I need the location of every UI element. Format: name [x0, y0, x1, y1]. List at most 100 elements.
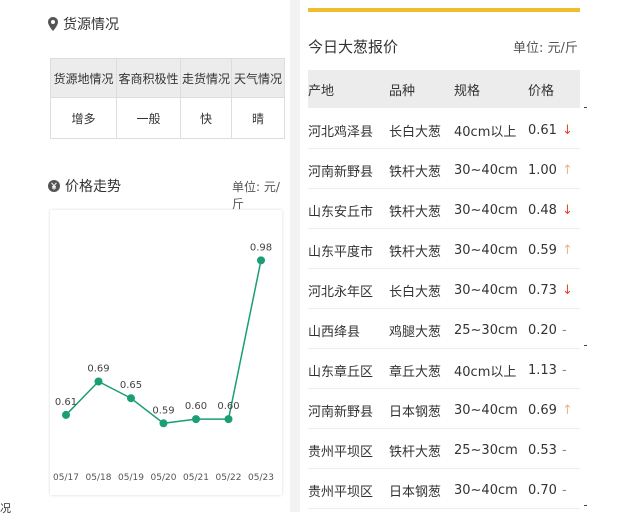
row-origin: 山东平度市 [308, 244, 374, 260]
left-panel: 货源情况 货源地情况 客商积极性 走货情况 天气情况 增多 一般 快 晴 价格走… [0, 0, 290, 515]
row-spec: 30~40cm [454, 242, 518, 258]
row-price: 0.70 [528, 482, 557, 498]
supply-value-row: 增多 一般 快 晴 [50, 97, 285, 139]
row-origin: 河南新野县 [308, 404, 374, 420]
price-point [127, 394, 135, 403]
row-price-cell: 0.20- [528, 312, 567, 348]
row-spec: 30~40cm [454, 202, 518, 218]
row-price-cell: 0.48 ↓ [528, 192, 573, 228]
supply-header-cell: 货源地情况 [50, 58, 117, 98]
row-spec: 25~30cm [454, 442, 518, 458]
row-spec: 40cm以上 [454, 124, 517, 140]
row-spec: 30~40cm [454, 482, 518, 498]
price-point [192, 415, 200, 424]
data-label: 0.61 [55, 397, 77, 408]
trend-arrow-icon: ↓ [561, 282, 573, 298]
trend-arrow-icon: ↑ [561, 402, 573, 418]
price-table-title: 今日大葱报价 [308, 38, 399, 56]
row-origin: 贵州平坝区 [308, 444, 374, 460]
trend-arrow-icon: - [561, 362, 567, 378]
price-point [94, 377, 103, 386]
supply-header-row: 货源地情况 客商积极性 走货情况 天气情况 [50, 58, 285, 98]
x-tick-label: 05/23 [248, 473, 274, 483]
trend-arrow-icon: ↓ [561, 202, 573, 218]
row-price: 0.20 [528, 322, 557, 338]
scroll-marker [584, 345, 587, 346]
row-variety: 长白大葱 [389, 124, 442, 140]
supply-header-cell: 走货情况 [180, 58, 232, 98]
row-origin: 河北永年区 [308, 284, 374, 300]
row-price-cell: 0.73 ↓ [528, 272, 573, 308]
x-tick-label: 05/18 [86, 473, 112, 483]
location-pin-icon [48, 17, 58, 31]
data-label: 0.60 [217, 401, 239, 412]
row-price-cell: 0.53- [528, 432, 567, 468]
price-trend-svg: 0.61 05/17 0.69 05/18 0.65 05/19 0.59 05/20 0.60… [53, 242, 274, 483]
price-point [62, 410, 70, 419]
table-row: 山东平度市 铁杆大葱 30~40cm 0.59 ↑ [308, 232, 580, 269]
panel-divider [290, 0, 300, 512]
trend-arrow-icon: - [561, 322, 567, 338]
row-price: 0.59 [528, 242, 557, 258]
right-panel: 今日大葱报价 单位: 元/斤 产地 品种 规格 价格 河北鸡泽县 长白大葱 40cm… [300, 0, 640, 512]
row-price-cell: 0.59 ↑ [528, 232, 573, 268]
supply-value-cell: 一般 [116, 97, 181, 139]
table-row: 河北永年区 长白大葱 30~40cm 0.73 ↓ [308, 272, 580, 309]
x-tick-label: 05/22 [216, 473, 242, 483]
trend-title-text: 价格走势 [65, 179, 121, 195]
scroll-marker [584, 505, 587, 506]
row-variety: 鸡腿大葱 [389, 324, 442, 340]
header-spec: 规格 [454, 83, 481, 99]
supply-header-cell: 客商积极性 [116, 58, 181, 98]
trend-arrow-icon: - [561, 442, 567, 458]
row-origin: 河北鸡泽县 [308, 124, 374, 140]
row-origin: 山东章丘区 [308, 364, 374, 380]
row-spec: 25~30cm [454, 322, 518, 338]
supply-table: 货源地情况 客商积极性 走货情况 天气情况 增多 一般 快 晴 [50, 58, 285, 139]
row-origin: 河南新野县 [308, 164, 374, 180]
table-row: 山西绛县 鸡腿大葱 25~30cm 0.20- [308, 312, 580, 349]
row-price: 0.69 [528, 402, 557, 418]
x-tick-label: 05/17 [53, 473, 79, 483]
row-spec: 40cm以上 [454, 364, 517, 380]
price-point [257, 256, 265, 265]
scroll-marker [584, 107, 587, 108]
table-row: 贵州平坝区 日本钢葱 30~40cm 0.70- [308, 472, 580, 509]
row-variety: 日本钢葱 [389, 484, 442, 500]
table-row: 河南新野县 铁杆大葱 30~40cm 1.00 ↑ [308, 152, 580, 189]
table-row: 贵州平坝区 铁杆大葱 25~30cm 0.53- [308, 432, 580, 469]
supply-value-cell: 增多 [50, 97, 117, 139]
table-row: 山东章丘区 章丘大葱 40cm以上 1.13- [308, 352, 580, 389]
row-variety: 日本钢葱 [389, 404, 442, 420]
row-origin: 贵州平坝区 [308, 484, 374, 500]
trend-unit-label: 单位: 元/斤 [232, 180, 280, 211]
table-row: 河南新野县 日本钢葱 30~40cm 0.69 ↑ [308, 392, 580, 429]
row-variety: 铁杆大葱 [389, 164, 442, 180]
row-price-cell: 1.13- [528, 352, 567, 388]
row-price: 1.00 [528, 162, 557, 178]
supply-value-cell: 晴 [231, 97, 285, 139]
row-price: 0.61 [528, 122, 557, 138]
row-spec: 30~40cm [454, 282, 518, 298]
row-price: 0.53 [528, 442, 557, 458]
supply-section-title: 货源情况 [48, 14, 119, 34]
supply-title-text: 货源情况 [63, 17, 119, 33]
header-variety: 品种 [389, 83, 416, 99]
x-tick-label: 05/21 [183, 473, 209, 483]
row-price-cell: 0.69 ↑ [528, 392, 573, 428]
row-price-cell: 1.00 ↑ [528, 152, 573, 188]
row-spec: 30~40cm [454, 402, 518, 418]
trend-section-title: 价格走势 [48, 176, 121, 196]
data-label: 0.98 [250, 242, 272, 253]
row-variety: 铁杆大葱 [389, 204, 442, 220]
supply-header-cell: 天气情况 [231, 58, 285, 98]
accent-bar [308, 8, 580, 12]
trend-arrow-icon: ↑ [561, 162, 573, 178]
table-row: 山东安丘市 铁杆大葱 30~40cm 0.48 ↓ [308, 192, 580, 229]
row-price: 1.13 [528, 362, 557, 378]
price-series-line [65, 260, 262, 425]
price-point [159, 419, 168, 428]
x-tick-label: 05/19 [118, 473, 144, 483]
row-spec: 30~40cm [454, 162, 518, 178]
supply-value-cell: 快 [180, 97, 232, 139]
